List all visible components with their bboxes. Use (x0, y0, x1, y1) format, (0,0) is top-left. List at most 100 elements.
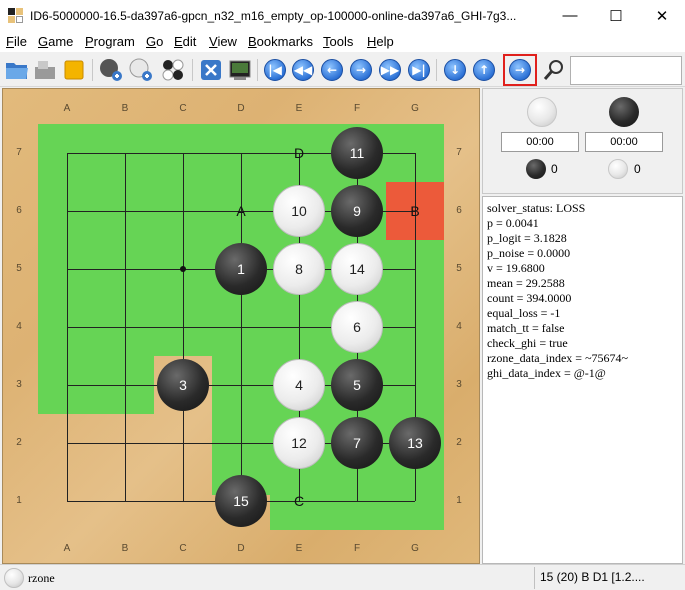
app-icon (8, 8, 24, 24)
interrupt-icon[interactable] (198, 57, 224, 83)
next-variation-icon[interactable]: → (503, 54, 537, 86)
setup-stones-icon[interactable] (160, 57, 186, 83)
new-game-icon[interactable] (61, 57, 87, 83)
info-line: match_tt = false (487, 321, 565, 335)
application-window: ID6-5000000-16.5-da397a6-gpcn_n32_m16_em… (0, 0, 685, 590)
find-icon[interactable] (541, 57, 567, 83)
info-line: equal_loss = -1 (487, 306, 561, 320)
stone-e2[interactable]: 12 (273, 417, 325, 469)
stone-e5[interactable]: 8 (273, 243, 325, 295)
column-label: B (121, 103, 129, 114)
end-icon[interactable]: ▶| (406, 57, 432, 83)
save-icon[interactable] (32, 57, 58, 83)
row-label: 6 (456, 205, 462, 216)
row-label: 4 (456, 321, 462, 332)
up-variation-icon[interactable]: ↑ (471, 57, 497, 83)
stone-f2[interactable]: 7 (331, 417, 383, 469)
menu-game[interactable]: Game (38, 34, 73, 49)
info-line: p = 0.0041 (487, 216, 539, 230)
column-label: F (353, 543, 361, 554)
column-label: G (411, 543, 419, 554)
white-captures-stone (608, 159, 628, 179)
white-clock: 00:00 (501, 132, 579, 152)
row-label: 5 (456, 263, 462, 274)
play-white-icon[interactable] (128, 57, 154, 83)
column-label: C (179, 543, 187, 554)
maximize-icon[interactable]: ☐ (593, 0, 639, 31)
info-line: ghi_data_index = @-1@ (487, 366, 606, 380)
info-panel: 00:00 00:00 0 0 solver_status: LOSS p = … (482, 88, 683, 564)
status-left-text: rzone (28, 571, 55, 585)
column-label: B (121, 543, 129, 554)
menu-bar: File Game Program Go Edit View Bookmarks… (0, 31, 685, 52)
row-label: 3 (456, 379, 462, 390)
row-label: 5 (16, 263, 22, 274)
stone-g2[interactable]: 13 (389, 417, 441, 469)
column-label: D (237, 543, 245, 554)
beginning-icon[interactable]: |◀ (262, 57, 288, 83)
title-bar: ID6-5000000-16.5-da397a6-gpcn_n32_m16_em… (0, 0, 685, 31)
go-board[interactable]: A B C D E F G A B C D E F G 7 6 5 4 3 2 … (2, 88, 480, 564)
column-label: E (295, 103, 303, 114)
row-label: 1 (16, 495, 22, 506)
down-variation-icon[interactable]: ↓ (442, 57, 468, 83)
stone-f5[interactable]: 14 (331, 243, 383, 295)
label-e7: D (293, 145, 305, 161)
menu-edit[interactable]: Edit (174, 34, 196, 49)
clock-area: 00:00 00:00 0 0 (482, 88, 683, 194)
column-label: C (179, 103, 187, 114)
white-player-stone (527, 97, 557, 127)
toolbar: |◀ ◀◀ ← → ▶▶ ▶| ↓ ↑ → (0, 53, 685, 87)
forward-ten-icon[interactable]: ▶▶ (377, 57, 403, 83)
stone-d1[interactable]: 15 (215, 475, 267, 527)
black-clock: 00:00 (585, 132, 663, 152)
white-captures-count: 0 (634, 162, 641, 176)
info-line: mean = 29.2588 (487, 276, 565, 290)
back-ten-icon[interactable]: ◀◀ (290, 57, 316, 83)
black-captures-stone (526, 159, 546, 179)
play-black-icon[interactable] (98, 57, 124, 83)
column-label: F (353, 103, 361, 114)
close-icon[interactable]: ✕ (639, 0, 685, 31)
row-label: 3 (16, 379, 22, 390)
stone-c3[interactable]: 3 (157, 359, 209, 411)
status-divider (534, 567, 535, 589)
menu-bookmarks[interactable]: Bookmarks (248, 34, 313, 49)
minimize-icon[interactable]: — (547, 0, 593, 31)
forward-icon[interactable]: → (348, 57, 374, 83)
row-label: 2 (456, 437, 462, 448)
info-line: count = 394.0000 (487, 291, 572, 305)
info-line: p_logit = 3.1828 (487, 231, 567, 245)
menu-view[interactable]: View (209, 34, 237, 49)
stone-f6[interactable]: 9 (331, 185, 383, 237)
gtp-shell-icon[interactable] (227, 57, 253, 83)
menu-program[interactable]: Program (85, 34, 135, 49)
row-label: 2 (16, 437, 22, 448)
info-line: p_noise = 0.0000 (487, 246, 571, 260)
info-line: v = 19.6800 (487, 261, 545, 275)
row-label: 7 (16, 147, 22, 158)
stone-f7[interactable]: 11 (331, 127, 383, 179)
menu-file[interactable]: File (6, 34, 27, 49)
open-folder-icon[interactable] (4, 57, 30, 83)
stone-e6[interactable]: 10 (273, 185, 325, 237)
star-point (180, 266, 186, 272)
stone-f3[interactable]: 5 (331, 359, 383, 411)
info-line: check_ghi = true (487, 336, 568, 350)
label-d6: A (236, 203, 246, 219)
stone-e3[interactable]: 4 (273, 359, 325, 411)
to-move-stone (4, 568, 24, 588)
info-line: solver_status: LOSS (487, 201, 586, 215)
menu-tools[interactable]: Tools (323, 34, 353, 49)
stone-d5[interactable]: 1 (215, 243, 267, 295)
menu-help[interactable]: Help (367, 34, 394, 49)
stone-f4[interactable]: 6 (331, 301, 383, 353)
status-bar: rzone 15 (20) B D1 [1.2.... (0, 564, 685, 590)
black-captures-count: 0 (551, 162, 558, 176)
menu-go[interactable]: Go (146, 34, 163, 49)
search-input[interactable] (570, 56, 682, 85)
column-label: A (63, 103, 71, 114)
back-icon[interactable]: ← (319, 57, 345, 83)
analysis-text-area[interactable]: solver_status: LOSS p = 0.0041 p_logit =… (482, 196, 683, 564)
row-label: 1 (456, 495, 462, 506)
